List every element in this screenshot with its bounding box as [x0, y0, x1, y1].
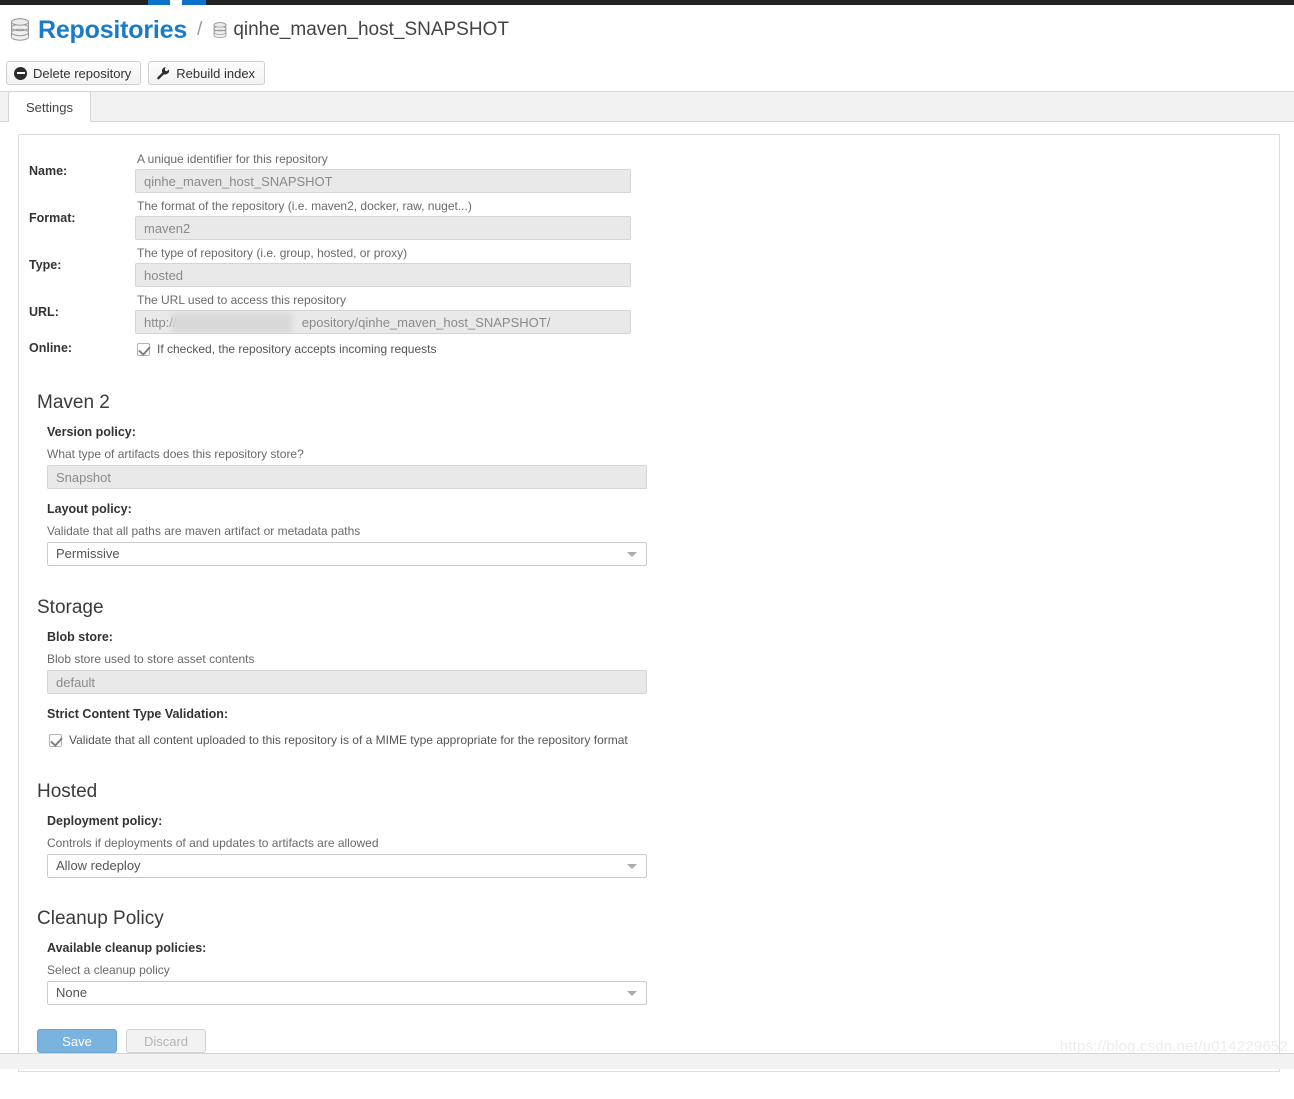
deployment-policy-value: Allow redeploy	[47, 854, 647, 878]
field-version-policy: Version policy: What type of artifacts d…	[37, 423, 1279, 491]
available-cleanup-policies-select[interactable]: None	[47, 981, 647, 1005]
deployment-policy-select[interactable]: Allow redeploy	[47, 854, 647, 878]
strict-validation-checkbox[interactable]	[49, 734, 62, 747]
available-cleanup-policies-value: None	[47, 981, 647, 1005]
tab-bar: Settings	[0, 91, 1294, 122]
online-checkbox-label: If checked, the repository accepts incom…	[157, 342, 437, 356]
field-row-format: Format: The format of the repository (i.…	[19, 196, 1279, 243]
breadcrumb: Repositories / qinhe_maven_host_SNAPSHOT	[0, 5, 1294, 55]
storage-title: Storage	[37, 597, 104, 618]
blob-store-input: default	[47, 670, 647, 694]
version-policy-hint: What type of artifacts does this reposit…	[47, 447, 304, 461]
online-label: Online:	[29, 341, 73, 355]
version-policy-input: Snapshot	[47, 465, 647, 489]
tab-settings[interactable]: Settings	[8, 91, 91, 122]
field-strict-validation: Strict Content Type Validation: Validate…	[37, 696, 1279, 754]
blob-store-hint: Blob store used to store asset contents	[47, 652, 255, 666]
layout-policy-select[interactable]: Permissive	[47, 542, 647, 566]
url-redaction-blur	[172, 313, 292, 333]
type-hint: The type of repository (i.e. group, host…	[137, 246, 408, 260]
type-input: hosted	[135, 263, 631, 287]
field-deployment-policy: Deployment policy: Controls if deploymen…	[37, 812, 1279, 880]
field-layout-policy: Layout policy: Validate that all paths a…	[37, 491, 1279, 568]
maven2-title: Maven 2	[37, 392, 110, 413]
field-row-name: Name: A unique identifier for this repos…	[19, 149, 1279, 196]
section-storage: Storage Blob store: Blob store used to s…	[19, 568, 1279, 754]
content-area: Name: A unique identifier for this repos…	[0, 122, 1294, 1072]
repository-toolbar: Delete repository Rebuild index	[0, 55, 1294, 91]
hosted-title: Hosted	[37, 781, 98, 802]
url-input: http://n epository/qinhe_maven_host_SNAPS…	[135, 310, 631, 334]
available-cleanup-policies-label: Available cleanup policies:	[47, 941, 207, 955]
database-icon	[213, 21, 227, 39]
minus-circle-icon	[14, 66, 27, 80]
field-available-cleanup-policies: Available cleanup policies: Select a cle…	[37, 939, 1279, 1007]
rebuild-index-button[interactable]: Rebuild index	[148, 61, 266, 85]
strict-validation-label: Strict Content Type Validation:	[47, 707, 229, 721]
page-footer	[0, 1053, 1294, 1069]
layout-policy-label: Layout policy:	[47, 502, 132, 516]
wrench-icon	[156, 66, 170, 80]
layout-policy-hint: Validate that all paths are maven artifa…	[47, 524, 361, 538]
url-suffix: epository/qinhe_maven_host_SNAPSHOT/	[301, 315, 551, 330]
url-hint: The URL used to access this repository	[137, 293, 346, 307]
online-checkbox[interactable]	[137, 343, 150, 356]
name-hint: A unique identifier for this repository	[137, 152, 328, 166]
format-label: Format:	[29, 211, 76, 225]
strict-validation-checkbox-row[interactable]: Validate that all content uploaded to th…	[47, 726, 1279, 752]
blob-store-label: Blob store:	[47, 630, 113, 644]
tab-settings-label: Settings	[26, 99, 73, 115]
repository-settings-panel: Name: A unique identifier for this repos…	[18, 134, 1280, 1072]
url-label: URL:	[29, 305, 59, 319]
form-actions: Save Discard	[37, 1029, 206, 1053]
strict-validation-checkbox-label: Validate that all content uploaded to th…	[69, 733, 628, 747]
type-label: Type:	[29, 258, 62, 272]
field-row-url: URL: The URL used to access this reposit…	[19, 290, 1279, 337]
breadcrumb-current-item: qinhe_maven_host_SNAPSHOT	[233, 19, 509, 40]
delete-repository-button[interactable]: Delete repository	[6, 61, 142, 85]
format-hint: The format of the repository (i.e. maven…	[137, 199, 472, 213]
name-label: Name:	[29, 164, 68, 178]
field-row-online: Online: If checked, the repository accep…	[19, 337, 1279, 364]
field-row-type: Type: The type of repository (i.e. group…	[19, 243, 1279, 290]
name-input: qinhe_maven_host_SNAPSHOT	[135, 169, 631, 193]
version-policy-label: Version policy:	[47, 425, 136, 439]
browser-tab-gap	[170, 0, 182, 5]
breadcrumb-separator: /	[197, 19, 203, 40]
section-hosted: Hosted Deployment policy: Controls if de…	[19, 754, 1279, 880]
layout-policy-value: Permissive	[47, 542, 647, 566]
breadcrumb-root-link[interactable]: Repositories	[38, 16, 187, 45]
rebuild-index-label: Rebuild index	[176, 65, 256, 81]
field-blob-store: Blob store: Blob store used to store ass…	[37, 628, 1279, 696]
cleanup-policy-title: Cleanup Policy	[37, 908, 164, 929]
section-cleanup-policy: Cleanup Policy Available cleanup policie…	[19, 880, 1279, 1007]
format-input: maven2	[135, 216, 631, 240]
delete-repository-label: Delete repository	[33, 65, 132, 81]
section-maven2: Maven 2 Version policy: What type of art…	[19, 364, 1279, 568]
deployment-policy-hint: Controls if deployments of and updates t…	[47, 836, 379, 850]
save-button[interactable]: Save	[37, 1029, 117, 1053]
database-icon	[10, 18, 30, 42]
online-checkbox-row[interactable]: If checked, the repository accepts incom…	[135, 337, 1279, 361]
discard-button: Discard	[126, 1029, 206, 1053]
available-cleanup-policies-hint: Select a cleanup policy	[47, 963, 170, 977]
browser-top-strip	[0, 0, 1294, 5]
deployment-policy-label: Deployment policy:	[47, 814, 163, 828]
